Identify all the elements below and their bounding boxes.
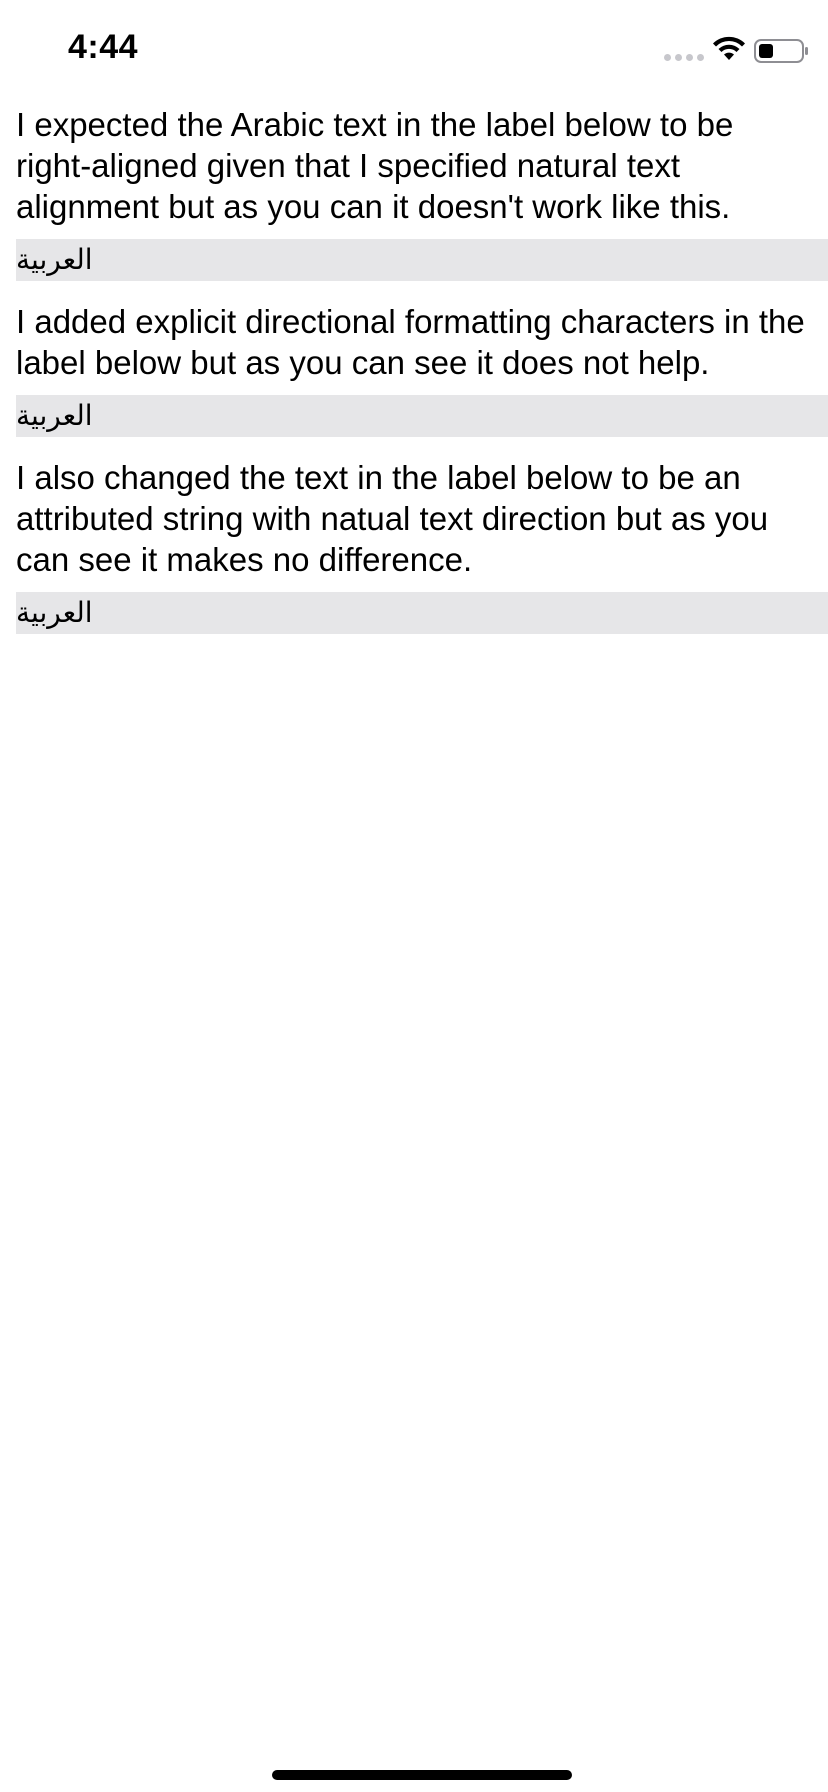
status-bar: 4:44 [0, 0, 828, 96]
explanation-text-1: I expected the Arabic text in the label … [16, 106, 734, 225]
wifi-icon [713, 36, 745, 60]
screen: 4:44 I expected the Arabic text in the l… [0, 0, 828, 1792]
status-time: 4:44 [68, 28, 139, 66]
signal-dots-icon [664, 54, 704, 61]
home-indicator[interactable] [272, 1770, 572, 1780]
arabic-label-3: العربية [16, 592, 828, 634]
explanation-text-2: I added explicit directional formatting … [16, 303, 805, 381]
explanation-text-3: I also changed the text in the label bel… [16, 459, 769, 578]
arabic-label-2: العربية [16, 395, 828, 437]
battery-icon [754, 39, 808, 63]
arabic-label-1: العربية [16, 239, 828, 281]
content: I expected the Arabic text in the label … [16, 104, 828, 634]
